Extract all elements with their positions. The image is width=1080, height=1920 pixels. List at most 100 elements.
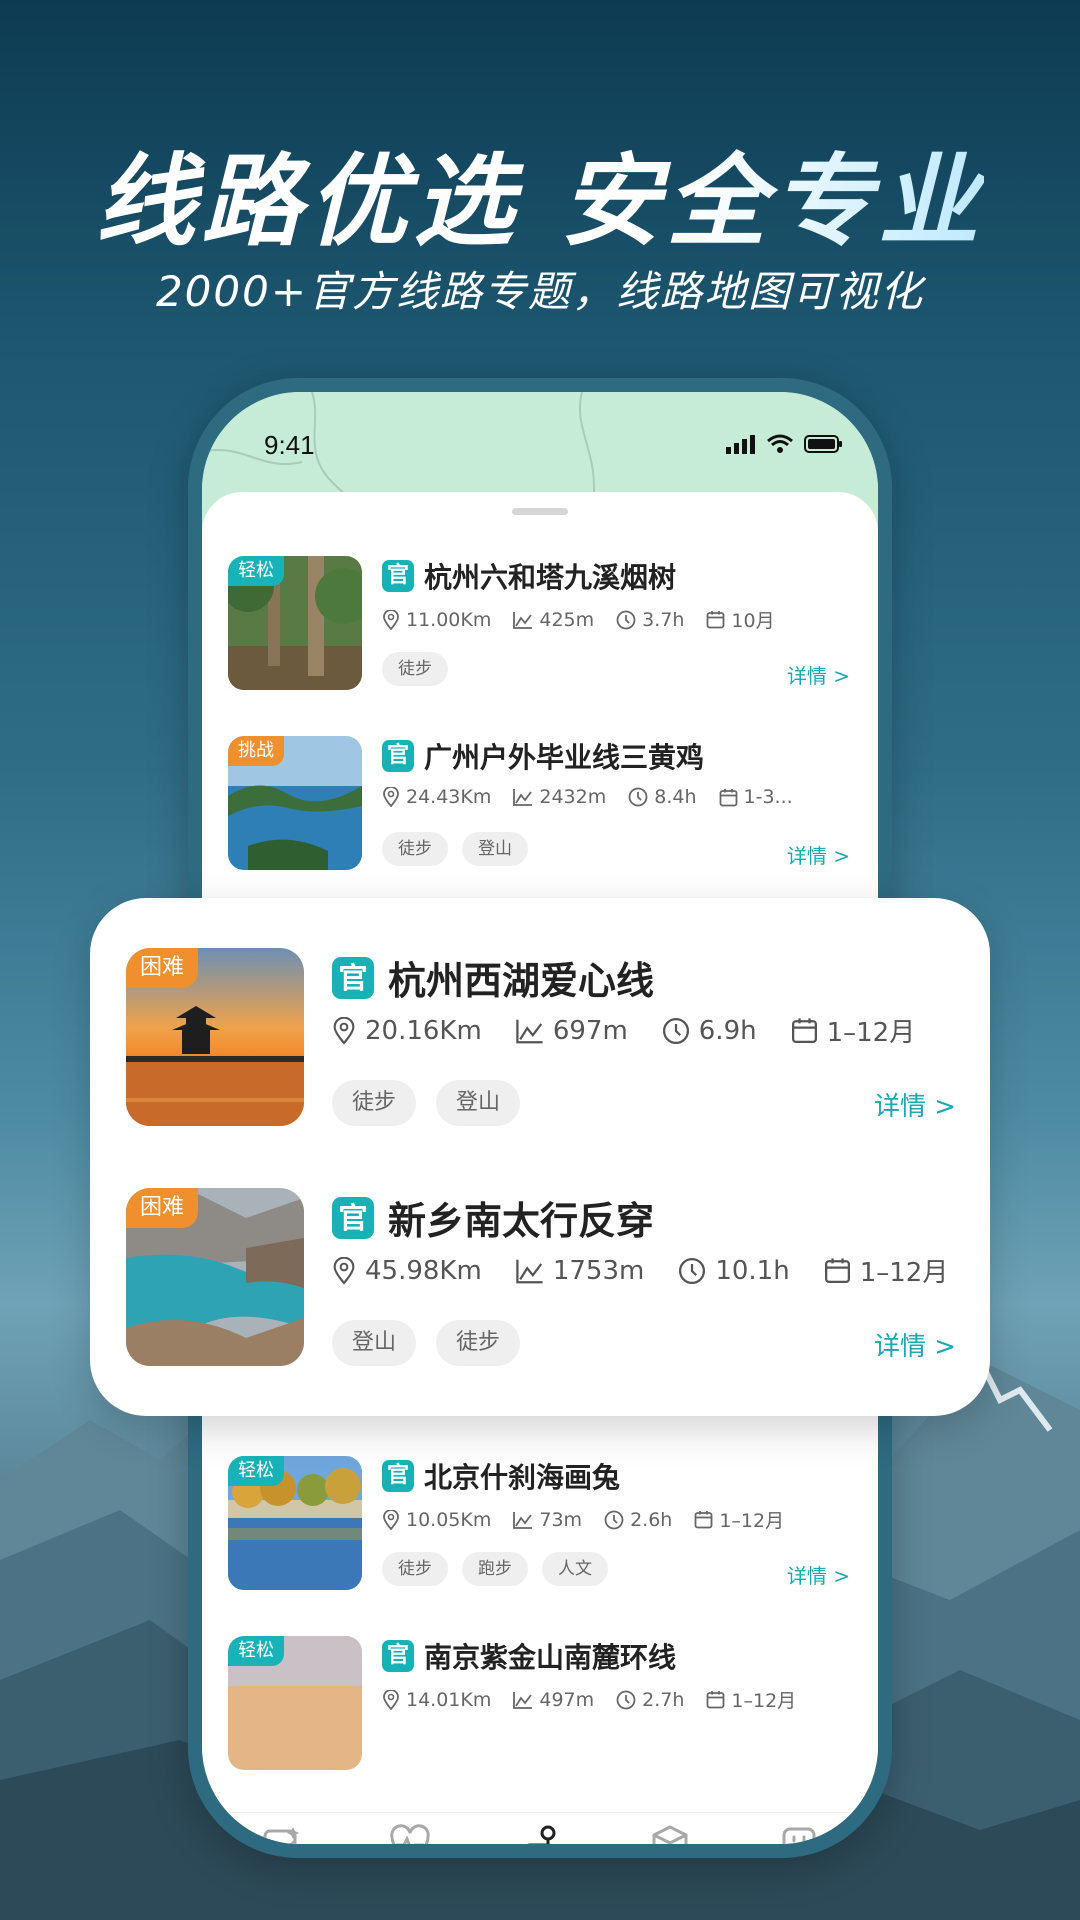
route-stats: 10.05Km 73m 2.6h 1–12月 — [382, 1506, 784, 1533]
list-item[interactable]: 轻松 官 南京紫金山南麓环线 14.01Km 497m 2.7h 1–12月 — [228, 1636, 850, 1776]
route-title-row: 官 新乡南太行反穿 — [332, 1190, 654, 1245]
detail-link[interactable]: 详情 > — [787, 1560, 850, 1589]
elevation-icon — [513, 1511, 533, 1529]
route-duration: 2.7h — [642, 1688, 685, 1711]
tab-sport[interactable]: 运动 — [355, 1823, 465, 1844]
list-item[interactable]: 挑战 官 广州户外毕业线三黄鸡 24.43Km 2432m 8.4h 1-3..… — [228, 736, 850, 876]
route-stats: 45.98Km 1753m 10.1h 1–12月 — [332, 1252, 948, 1289]
route-title: 北京什刹海画兔 — [424, 1461, 621, 1494]
route-distance: 14.01Km — [406, 1688, 492, 1711]
route-tags: 徒步 登山 — [382, 832, 528, 866]
route-tag: 徒步 — [382, 652, 448, 686]
subheadline: 2000+官方线路专题，线路地图可视化 — [155, 267, 925, 316]
route-tag: 人文 — [542, 1552, 608, 1586]
route-duration: 10.1h — [715, 1255, 790, 1286]
route-tag: 徒步 — [332, 1080, 417, 1126]
tab-image[interactable]: 影像 — [226, 1823, 336, 1844]
route-title-row: 官 杭州西湖爱心线 — [332, 950, 654, 1005]
route-tag: 徒步 — [436, 1320, 521, 1366]
location-pin-icon — [383, 1509, 399, 1530]
list-item[interactable]: 轻松 官 杭州六和塔九溪烟树 11.00Km 425m 3.7h 10月 徒步 … — [228, 556, 850, 696]
route-tag: 登山 — [462, 832, 528, 866]
route-duration: 6.9h — [698, 1015, 757, 1046]
elevation-icon — [513, 611, 533, 629]
location-pin-icon — [333, 1256, 355, 1285]
route-elevation: 697m — [552, 1015, 628, 1046]
route-thumbnail: 挑战 — [228, 736, 362, 870]
route-tags: 徒步 — [382, 652, 448, 686]
difficulty-badge: 困难 — [126, 948, 199, 988]
detail-link[interactable]: 详情 > — [874, 1086, 956, 1123]
route-thumbnail: 困难 — [126, 1188, 304, 1366]
headline-part1: 线路优选 — [95, 143, 520, 260]
official-badge: 官 — [332, 1196, 374, 1239]
featured-route-item[interactable]: 困难 官 新乡南太行反穿 45.98Km 1753m 10.1h 1–12月 登… — [126, 1188, 956, 1368]
route-title-row: 官 北京什刹海画兔 — [382, 1456, 620, 1496]
detail-link[interactable]: 详情 > — [787, 840, 850, 869]
image-icon — [263, 1827, 299, 1844]
clock-icon — [662, 1017, 689, 1044]
tab-route[interactable]: 线路 — [485, 1823, 595, 1844]
route-distance: 45.98Km — [365, 1255, 482, 1286]
route-tag: 跑步 — [462, 1552, 528, 1586]
heart-pulse-icon — [390, 1824, 431, 1844]
tab-device[interactable]: 设备 — [615, 1823, 725, 1844]
sheet-drag-handle[interactable] — [512, 508, 568, 515]
route-elevation: 1753m — [552, 1255, 645, 1286]
route-title: 杭州西湖爱心线 — [388, 959, 655, 1003]
route-season: 1–12月 — [719, 1510, 785, 1532]
route-tag: 登山 — [436, 1080, 521, 1126]
battery-icon — [804, 435, 842, 453]
route-tags: 徒步 跑步 人文 — [382, 1552, 608, 1586]
detail-link[interactable]: 详情 > — [787, 660, 850, 689]
route-tag: 徒步 — [382, 1552, 448, 1586]
elevation-icon — [513, 1691, 533, 1709]
calendar-icon — [719, 788, 737, 806]
route-tags: 徒步 登山 — [332, 1080, 521, 1126]
calendar-icon — [791, 1018, 817, 1044]
route-title: 南京紫金山南麓环线 — [424, 1641, 677, 1674]
route-elevation: 497m — [539, 1688, 595, 1711]
elevation-icon — [516, 1019, 543, 1043]
difficulty-badge: 轻松 — [228, 1636, 284, 1666]
route-stats: 11.00Km 425m 3.7h 10月 — [382, 606, 775, 633]
detail-link[interactable]: 详情 > — [874, 1326, 956, 1363]
route-title-row: 官 南京紫金山南麓环线 — [382, 1636, 676, 1676]
route-title-row: 官 广州户外毕业线三黄鸡 — [382, 736, 704, 776]
official-badge: 官 — [332, 956, 374, 999]
route-duration: 3.7h — [642, 608, 685, 631]
route-distance: 10.05Km — [406, 1508, 492, 1531]
route-season: 1-3... — [743, 786, 793, 808]
clock-icon — [616, 1690, 636, 1709]
status-time: 9:41 — [264, 430, 315, 460]
featured-route-item[interactable]: 困难 官 杭州西湖爱心线 20.16Km 697m 6.9h 1–12月 徒步 … — [126, 948, 956, 1128]
official-badge: 官 — [382, 740, 414, 772]
featured-routes-card: 困难 官 杭州西湖爱心线 20.16Km 697m 6.9h 1–12月 徒步 … — [90, 898, 990, 1416]
location-pin-icon — [333, 1016, 355, 1045]
route-distance: 11.00Km — [406, 608, 492, 631]
list-item[interactable]: 轻松 官 北京什刹海画兔 10.05Km 73m 2.6h 1–12月 徒步 跑… — [228, 1456, 850, 1596]
wifi-icon — [767, 434, 793, 453]
tab-mine[interactable]: 我的 — [744, 1823, 854, 1844]
location-pin-icon — [383, 787, 399, 807]
route-duration: 8.4h — [654, 786, 697, 808]
difficulty-badge: 轻松 — [228, 556, 284, 586]
route-distance: 24.43Km — [406, 786, 492, 808]
clock-icon — [616, 610, 636, 629]
difficulty-badge: 困难 — [126, 1188, 199, 1228]
clock-icon — [679, 1257, 706, 1284]
location-pin-icon — [383, 1689, 399, 1710]
tab-bar: 影像 运动 线路 设备 我的 — [202, 1812, 878, 1844]
official-badge: 官 — [382, 1640, 414, 1672]
difficulty-badge: 轻松 — [228, 1456, 284, 1486]
official-badge: 官 — [382, 1460, 414, 1492]
clock-icon — [604, 1510, 624, 1529]
face-icon — [782, 1827, 816, 1844]
route-title-row: 官 杭州六和塔九溪烟树 — [382, 556, 676, 596]
calendar-icon — [707, 1691, 725, 1709]
route-title: 杭州六和塔九溪烟树 — [424, 561, 677, 594]
route-stats: 20.16Km 697m 6.9h 1–12月 — [332, 1012, 915, 1049]
route-stats: 24.43Km 2432m 8.4h 1-3... — [382, 786, 793, 808]
route-duration: 2.6h — [630, 1508, 673, 1531]
cube-icon — [652, 1825, 688, 1844]
